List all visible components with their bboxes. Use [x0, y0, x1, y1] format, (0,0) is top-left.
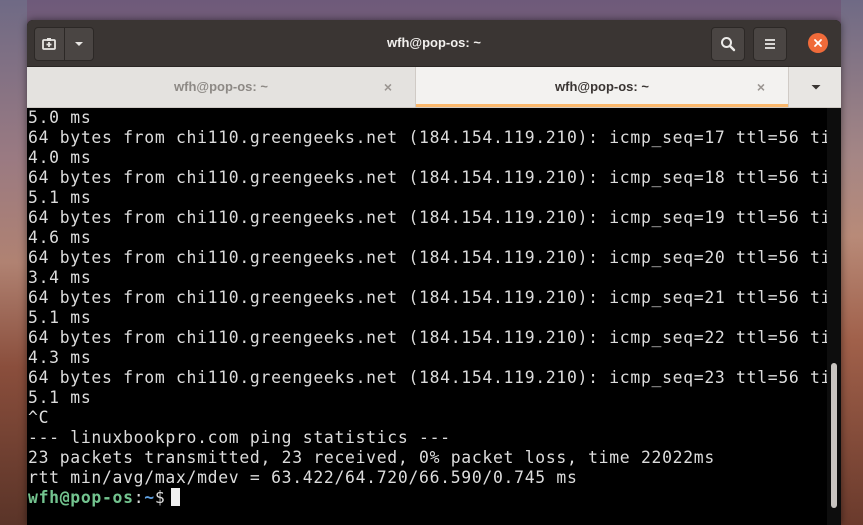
prompt-separator: : — [133, 488, 145, 507]
terminal-line: 5.0 ms — [28, 108, 92, 127]
tab-2-active[interactable]: wfh@pop-os: ~ × — [416, 67, 788, 107]
prompt-path: ~ — [144, 488, 155, 507]
tab-label: wfh@pop-os: ~ — [555, 79, 649, 94]
terminal-line: 64 bytes from chi110.greengeeks.net (184… — [28, 368, 827, 387]
prompt-line: wfh@pop-os:~$ — [27, 488, 827, 508]
hamburger-menu-icon — [765, 39, 775, 49]
chevron-down-icon — [811, 85, 820, 90]
terminal-output[interactable]: 5.0 ms 64 bytes from chi110.greengeeks.ne… — [27, 108, 827, 525]
close-icon — [814, 39, 822, 47]
terminal-line: 64 bytes from chi110.greengeeks.net (184… — [28, 288, 827, 307]
terminal-line: 4.3 ms — [28, 348, 92, 367]
menu-button[interactable] — [753, 27, 787, 61]
terminal-line: 4.6 ms — [28, 228, 92, 247]
tab-bar: wfh@pop-os: ~ × wfh@pop-os: ~ × — [27, 67, 841, 108]
tab-close-icon[interactable]: × — [754, 80, 768, 94]
terminal-line: 5.1 ms — [28, 308, 92, 327]
terminal-line: 3.4 ms — [28, 268, 92, 287]
terminal-line: --- linuxbookpro.com ping statistics --- — [28, 428, 451, 447]
terminal-line: 23 packets transmitted, 23 received, 0% … — [28, 448, 715, 467]
tab-close-icon[interactable]: × — [381, 80, 395, 94]
terminal-line: rtt min/avg/max/mdev = 63.422/64.720/66.… — [28, 468, 578, 487]
prompt-symbol: $ — [154, 488, 166, 507]
scrollbar-thumb[interactable] — [831, 363, 837, 508]
desktop-wallpaper-left — [0, 0, 27, 525]
tab-list-dropdown[interactable] — [788, 67, 841, 107]
terminal-line: 64 bytes from chi110.greengeeks.net (184… — [28, 248, 827, 267]
terminal-line: 64 bytes from chi110.greengeeks.net (184… — [28, 168, 827, 187]
search-icon — [721, 37, 736, 52]
header-bar: wfh@pop-os: ~ — [27, 20, 841, 67]
tab-1[interactable]: wfh@pop-os: ~ × — [27, 67, 415, 107]
terminal-line: ^C — [28, 408, 50, 427]
terminal-scrollbar[interactable] — [827, 108, 841, 525]
terminal-line: 64 bytes from chi110.greengeeks.net (184… — [28, 328, 827, 347]
terminal-line: 5.1 ms — [28, 188, 92, 207]
text-cursor — [171, 488, 181, 506]
terminal-window: wfh@pop-os: ~ wfh@pop-os: ~ × wfh@pop-os… — [27, 20, 841, 525]
search-button[interactable] — [711, 27, 745, 61]
window-close-button[interactable] — [808, 33, 828, 53]
terminal-line: 4.0 ms — [28, 148, 92, 167]
desktop-wallpaper-right — [841, 0, 863, 525]
terminal-line: 5.1 ms — [28, 388, 92, 407]
terminal-line: 64 bytes from chi110.greengeeks.net (184… — [28, 128, 827, 147]
tab-label: wfh@pop-os: ~ — [174, 79, 268, 94]
terminal-line: 64 bytes from chi110.greengeeks.net (184… — [28, 208, 827, 227]
prompt-user: wfh@pop-os — [28, 488, 134, 507]
